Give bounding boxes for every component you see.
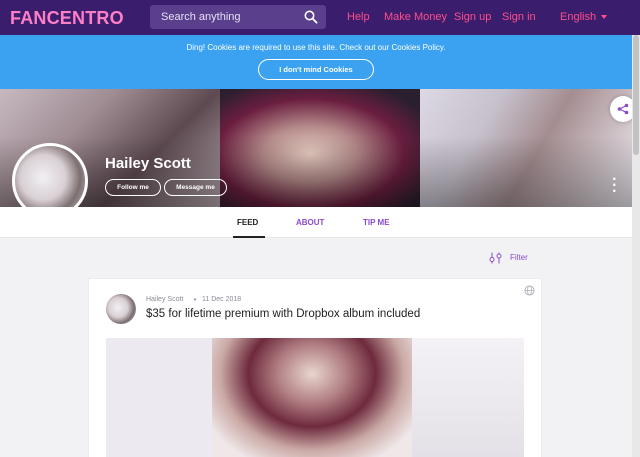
tab-feed[interactable]: FEED <box>237 218 258 227</box>
profile-tabs: FEED ABOUT TIP ME <box>0 207 632 238</box>
post-meta-separator: • <box>193 296 198 304</box>
filter-icon <box>489 252 502 264</box>
filter-label: Filter <box>510 253 528 262</box>
search-input[interactable] <box>150 5 300 29</box>
message-button[interactable]: Message me <box>164 179 227 196</box>
cookie-banner: Ding! Cookies are required to use this s… <box>0 35 632 89</box>
cookie-message: Ding! Cookies are required to use this s… <box>186 43 446 52</box>
post-author-avatar[interactable] <box>106 294 136 324</box>
nav-sign-in-link[interactable]: Sign in <box>502 11 536 23</box>
top-nav: FANCENTRO Help Make Money Sign up Sign i… <box>0 0 640 35</box>
post-title: $35 for lifetime premium with Dropbox al… <box>146 308 421 320</box>
globe-icon <box>524 285 535 296</box>
nav-help-link[interactable]: Help <box>347 11 370 23</box>
active-tab-indicator <box>233 236 265 238</box>
follow-button[interactable]: Follow me <box>105 179 161 196</box>
more-vertical-icon[interactable]: · · · <box>612 173 617 197</box>
cover-shade <box>0 89 632 207</box>
post-photo <box>212 338 412 457</box>
language-label: English <box>560 11 597 23</box>
fancentro-logo[interactable]: FANCENTRO <box>10 8 124 29</box>
accept-cookies-button[interactable]: I don't mind Cookies <box>258 59 374 80</box>
language-selector[interactable]: English <box>560 11 608 23</box>
profile-name: Hailey Scott <box>105 155 191 172</box>
search-box[interactable] <box>150 5 326 29</box>
post-author-name[interactable]: Hailey Scott <box>146 296 183 303</box>
tab-about[interactable]: ABOUT <box>296 218 324 227</box>
search-icon[interactable] <box>304 10 318 24</box>
nav-make-money-link[interactable]: Make Money <box>384 11 447 23</box>
page-scrollbar[interactable] <box>632 35 640 457</box>
scrollbar-thumb[interactable] <box>633 35 639 155</box>
post-photo-side <box>412 338 524 457</box>
chevron-down-icon <box>601 15 608 20</box>
post-date: 11 Dec 2018 <box>202 296 242 303</box>
nav-sign-up-link[interactable]: Sign up <box>454 11 491 23</box>
profile-cover <box>0 89 632 207</box>
post-media[interactable] <box>106 338 524 457</box>
tab-tip-me[interactable]: TIP ME <box>363 218 390 227</box>
share-icon <box>617 103 629 115</box>
